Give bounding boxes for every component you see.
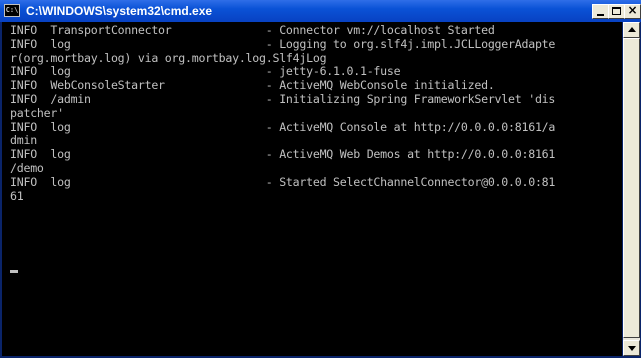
vertical-scrollbar[interactable] xyxy=(623,22,640,356)
scroll-thumb[interactable] xyxy=(623,38,640,338)
window-title: C:\WINDOWS\system32\cmd.exe xyxy=(26,4,213,18)
close-icon: × xyxy=(627,3,638,17)
arrow-down-icon xyxy=(628,346,636,351)
close-button[interactable]: × xyxy=(624,3,641,19)
minimize-icon xyxy=(597,14,604,16)
title-bar[interactable]: C:\ C:\WINDOWS\system32\cmd.exe × xyxy=(0,0,641,22)
text-cursor xyxy=(10,270,18,273)
scroll-down-button[interactable] xyxy=(623,340,640,356)
minimize-button[interactable] xyxy=(592,4,609,19)
cmd-icon[interactable]: C:\ xyxy=(4,4,20,17)
console-output[interactable]: INFO TransportConnector - Connector vm:/… xyxy=(2,22,622,356)
scroll-up-button[interactable] xyxy=(623,22,640,38)
cmd-window: C:\ C:\WINDOWS\system32\cmd.exe × INFO T… xyxy=(0,0,641,358)
maximize-button[interactable] xyxy=(608,4,625,19)
arrow-up-icon xyxy=(628,27,636,32)
maximize-icon xyxy=(612,7,621,15)
console-text: INFO TransportConnector - Connector vm:/… xyxy=(10,23,556,203)
